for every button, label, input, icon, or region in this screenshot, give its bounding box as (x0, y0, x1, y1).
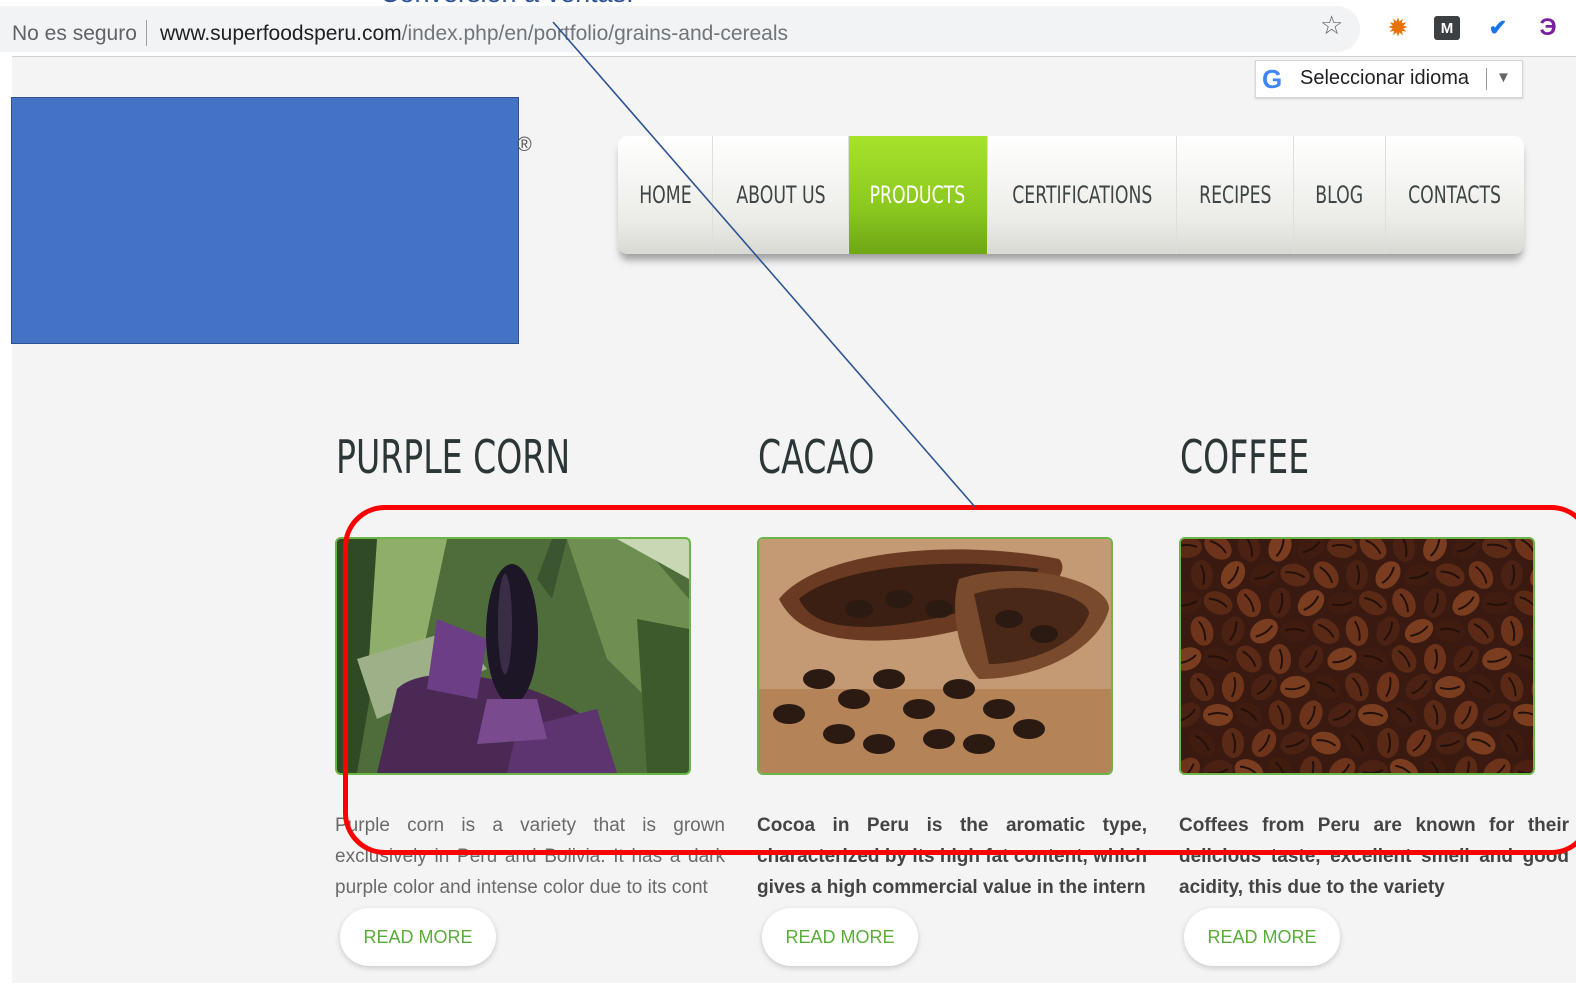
viewport-bottom-edge (12, 983, 1576, 991)
nav-item-contacts[interactable]: CONTACTS (1386, 136, 1524, 254)
read-more-coffee-button[interactable]: READ MORE (1184, 908, 1340, 966)
nav-item-about-us[interactable]: ABOUT US (713, 136, 849, 254)
security-indicator[interactable]: No es seguro (12, 22, 137, 46)
e-extension-icon[interactable]: Э (1534, 14, 1562, 42)
nav-label: CONTACTS (1408, 181, 1502, 209)
url-text[interactable]: www.superfoodsperu.com/index.php/en/port… (160, 22, 788, 46)
registered-mark: ® (517, 134, 532, 156)
nav-label: BLOG (1315, 181, 1364, 209)
address-bar[interactable]: No es seguro www.superfoodsperu.com/inde… (0, 6, 1360, 52)
dropdown-arrow-icon[interactable]: ▼ (1496, 69, 1511, 86)
nav-item-recipes[interactable]: RECIPES (1177, 136, 1295, 254)
product-title-coffee[interactable]: COFFEE (1180, 430, 1309, 484)
product-title-cacao[interactable]: CACAO (758, 430, 874, 484)
nav-item-home[interactable]: HOME (618, 136, 714, 254)
language-selector-divider (1486, 68, 1487, 90)
nav-item-certifications[interactable]: CERTIFICATIONS (988, 136, 1177, 254)
nav-label: ABOUT US (735, 181, 826, 209)
read-more-cacao-button[interactable]: READ MORE (762, 908, 918, 966)
nav-label: RECIPES (1198, 181, 1272, 209)
url-host: www.superfoodsperu.com (160, 22, 402, 45)
language-selector[interactable]: G Seleccionar idioma ▼ (1255, 60, 1523, 98)
star-icon[interactable]: ☆ (1320, 12, 1343, 38)
nav-label: PRODUCTS (870, 181, 966, 209)
nav-label: CERTIFICATIONS (1011, 181, 1153, 209)
check-extension-icon[interactable]: ✔ (1484, 14, 1512, 42)
extension-icon[interactable]: ✹ (1384, 14, 1412, 42)
highlight-rectangle (343, 505, 1576, 855)
address-separator (146, 20, 147, 46)
main-navigation: HOME ABOUT US PRODUCTS CERTIFICATIONS RE… (618, 136, 1524, 254)
m-extension-icon[interactable]: M (1434, 16, 1460, 40)
nav-item-blog[interactable]: BLOG (1294, 136, 1386, 254)
product-title-purple-corn[interactable]: PURPLE CORN (336, 430, 570, 484)
logo-redaction-box (11, 97, 519, 344)
google-logo-icon: G (1262, 64, 1282, 95)
nav-label: HOME (639, 181, 692, 209)
language-selector-label: Seleccionar idioma (1300, 67, 1469, 89)
google-logo-letter: G (1262, 64, 1283, 94)
read-more-purple-corn-button[interactable]: READ MORE (340, 908, 496, 966)
nav-item-products[interactable]: PRODUCTS (848, 136, 988, 254)
url-path: /index.php/en/portfolio/grains-and-cerea… (401, 22, 789, 45)
slide-canvas: Conversión a ventas. No es seguro www.su… (0, 0, 1576, 991)
